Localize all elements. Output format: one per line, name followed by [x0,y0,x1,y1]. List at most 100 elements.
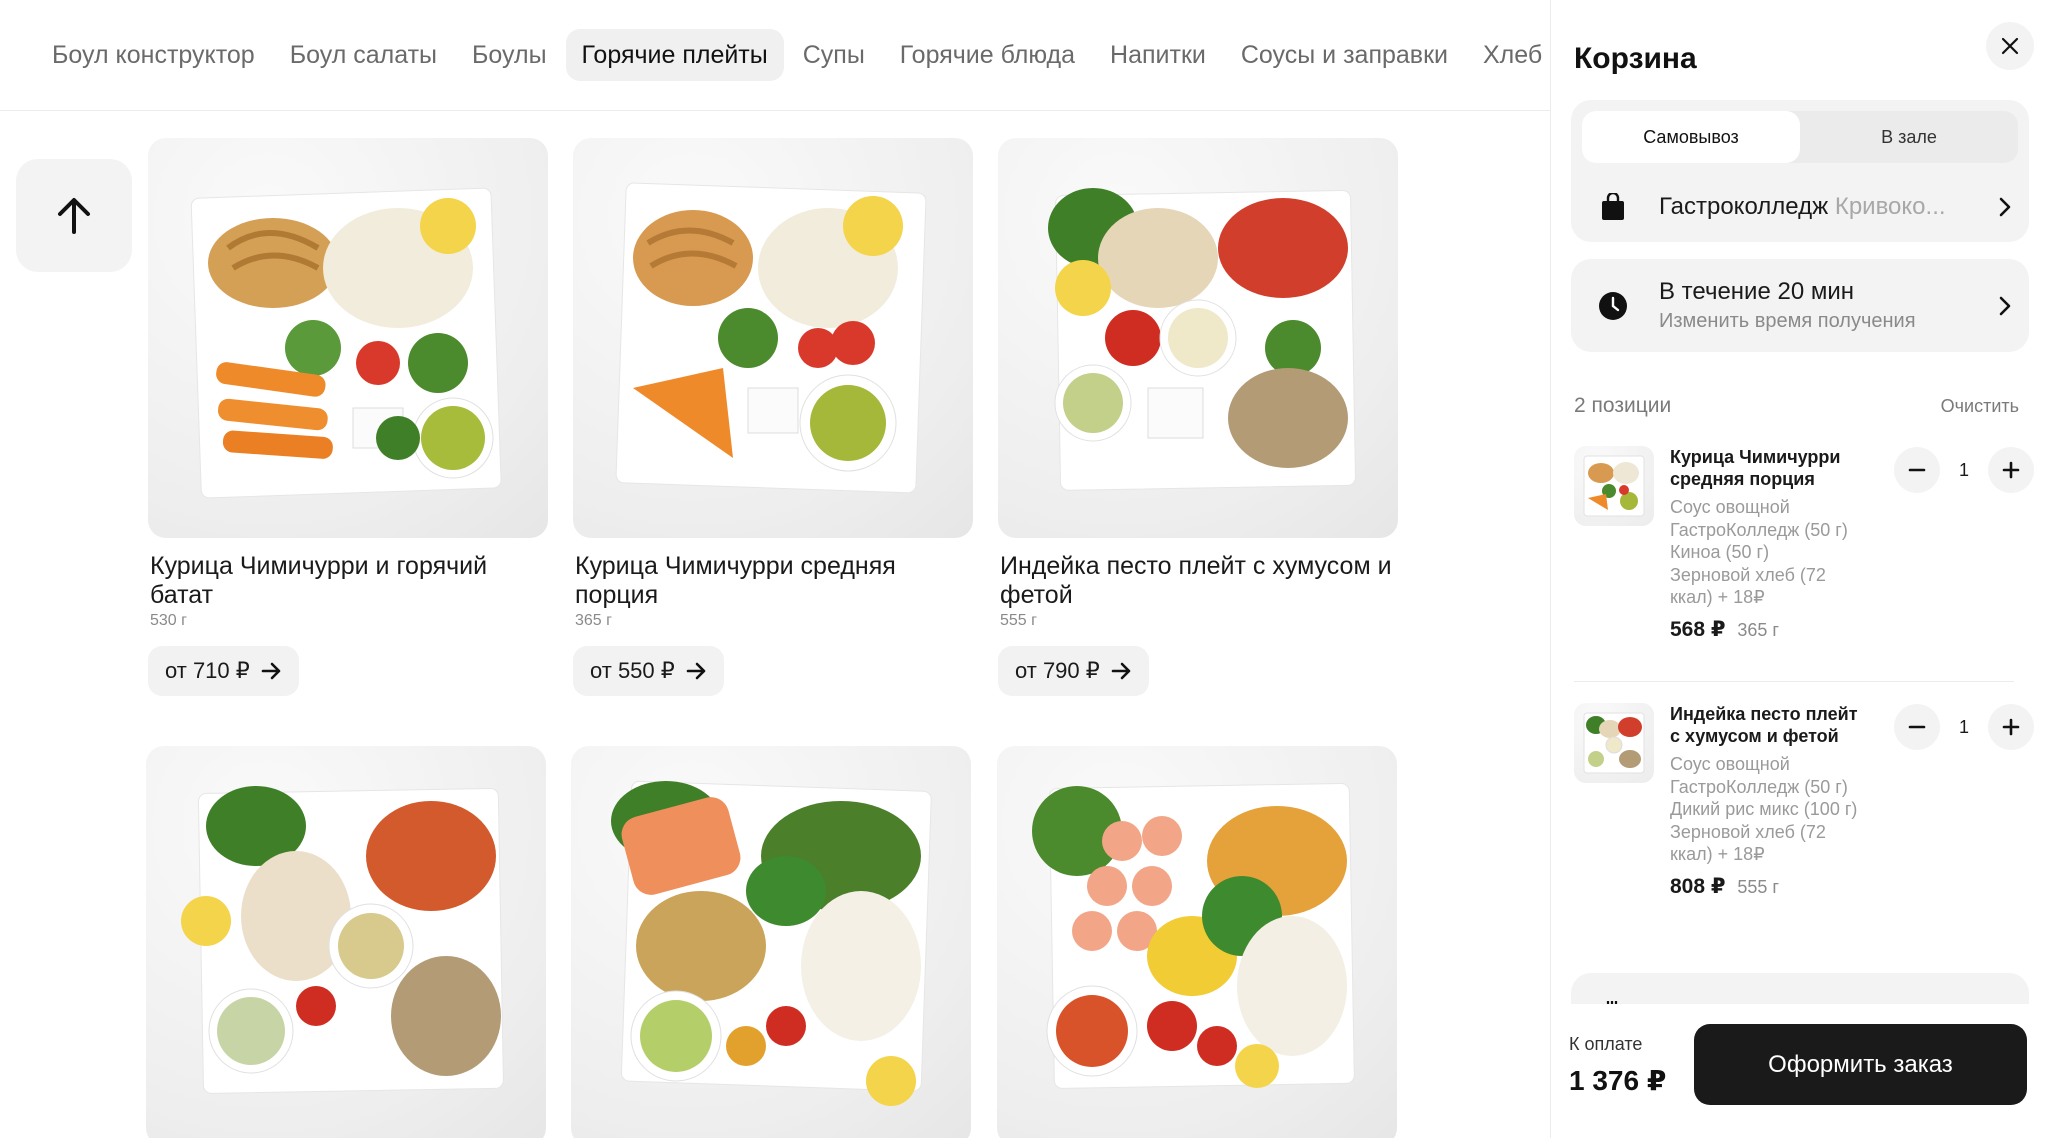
product-photo[interactable] [571,746,971,1138]
product-price: от 790 ₽ [1015,658,1100,683]
cart-item-options: Соус овощной ГастроКолледж (50 г) Дикий … [1670,753,1870,866]
product-photo[interactable] [148,138,548,538]
cart-panel: Корзина Самовывоз В зале Гастроколледж К… [1550,0,2048,1138]
product-price-button[interactable]: от 550 ₽ [573,646,724,696]
cart-item-name: Индейка песто плейт с хумусом и фетой [1670,704,1858,746]
arrow-up-icon [58,197,90,234]
product-card[interactable]: Курица Чимичурри средняя порция 365 г от… [573,138,973,696]
product-photo[interactable] [146,746,546,1138]
product-title[interactable]: Индейка песто плейт с хумусом и фетой [998,552,1398,610]
mode-in-hall[interactable]: В зале [1800,111,2018,163]
pickup-card: Самовывоз В зале Гастроколледж Кривоко..… [1571,100,2029,242]
cart-item-option: Соус овощной ГастроКолледж (50 г) [1670,497,1848,540]
cart-item-option: Дикий рис микс (100 г) [1670,799,1858,819]
cart-item: Курица Чимичурри средняя порция Соус ово… [1574,446,2034,671]
time-row[interactable]: В течение 20 мин Изменить время получени… [1571,259,2029,352]
product-title[interactable]: Курица Чимичурри и горячий батат [148,552,548,610]
arrow-right-icon [261,662,281,680]
product-photo[interactable] [573,138,973,538]
cart-item-price-line: 808 ₽ 555 г [1670,874,1870,899]
tab-bowl-constructor[interactable]: Боул конструктор [36,29,271,81]
decrease-button[interactable] [1894,704,1940,750]
increase-button[interactable] [1987,447,2034,493]
cart-item: Индейка песто плейт с хумусом и фетой Со… [1574,703,2034,953]
close-cart-button[interactable] [1986,22,2034,70]
cart-item-price-line: 568 ₽ 365 г [1670,617,1870,642]
product-price-button[interactable]: от 790 ₽ [998,646,1149,696]
product-price-button[interactable]: от 710 ₽ [148,646,299,696]
pay-label: К оплате [1569,1034,1643,1054]
mode-pickup[interactable]: Самовывоз [1582,111,1800,163]
product-card[interactable] [571,746,971,1138]
cart-item-option: Зерновой хлеб (72 ккал) + 18₽ [1670,564,1826,608]
cart-item-option: Зерновой хлеб (72 ккал) + 18₽ [1670,821,1826,865]
chevron-right-icon [1999,197,2011,217]
tab-bowls[interactable]: Боулы [456,29,563,81]
product-photo[interactable] [998,138,1398,538]
product-weight: 530 г [150,612,187,629]
quantity-stepper: 1 [1894,703,2034,751]
cart-item-body: Индейка песто плейт с хумусом и фетой Со… [1670,703,1870,899]
plus-icon [2002,461,2020,479]
close-icon [2001,37,2019,55]
time-card[interactable]: В течение 20 мин Изменить время получени… [1571,259,2029,352]
cart-item-body: Курица Чимичурри средняя порция Соус ово… [1670,446,1870,642]
tab-hot-plates[interactable]: Горячие плейты [565,29,784,81]
arrow-right-icon [1111,662,1131,680]
product-title[interactable]: Курица Чимичурри средняя порция [573,552,973,610]
cart-count-row: 2 позиции Очистить [1574,394,2029,418]
product-card[interactable] [146,746,546,1138]
scroll-up-button[interactable] [16,159,132,272]
cart-item-thumbnail [1574,446,1654,526]
product-weight: 555 г [1000,612,1037,629]
cart-item-name: Курица Чимичурри средняя порция [1670,447,1841,489]
cart-item-weight: 365 г [1737,619,1779,640]
cart-footer: К оплате 1 376 ₽ Оформить заказ [1551,1004,2048,1138]
minus-icon [1908,468,1926,472]
chevron-right-icon [1999,296,2011,315]
increase-button[interactable] [1987,704,2034,750]
pay-total: 1 376 ₽ [1569,1065,1667,1096]
time-sub: Изменить время получения [1659,310,1916,332]
product-price: от 710 ₽ [165,658,250,683]
cart-item-price: 568 ₽ [1670,617,1726,641]
product-card[interactable]: Курица Чимичурри и горячий батат 530 г о… [148,138,548,696]
time-main: В течение 20 мин [1659,278,1854,305]
product-weight: 365 г [575,612,612,629]
clock-icon [1599,291,1627,320]
cart-item-weight: 555 г [1737,876,1779,897]
tab-bread[interactable]: Хлеб [1467,29,1558,81]
cart-title: Корзина [1574,42,1697,75]
product-price: от 550 ₽ [590,658,675,683]
cart-item-option: Киноа (50 г) [1670,542,1770,562]
tab-bowl-salads[interactable]: Боул салаты [274,29,453,81]
menu-page: Боул конструктор Боул салаты Боулы Горяч… [0,0,2048,1138]
checkout-button[interactable]: Оформить заказ [1694,1024,2027,1105]
product-photo[interactable] [997,746,1397,1138]
plus-icon [2002,718,2020,736]
decrease-button[interactable] [1894,447,1940,493]
category-nav: Боул конструктор Боул салаты Боулы Горяч… [0,0,1550,111]
cart-item-price: 808 ₽ [1670,874,1726,898]
clear-cart-button[interactable]: Очистить [1941,396,2019,417]
item-count: 2 позиции [1574,394,1672,417]
product-card[interactable]: Индейка песто плейт с хумусом и фетой 55… [998,138,1398,696]
item-divider [1574,681,2014,682]
tab-sauces[interactable]: Соусы и заправки [1225,29,1464,81]
product-card[interactable] [997,746,1397,1138]
tab-soups[interactable]: Супы [787,29,881,81]
delivery-mode-toggle: Самовывоз В зале [1582,111,2018,163]
minus-icon [1908,725,1926,729]
location-name: Гастроколледж [1659,193,1829,220]
location-address: Кривоко... [1834,193,1946,220]
tab-drinks[interactable]: Напитки [1094,29,1222,81]
quantity-value: 1 [1958,459,1969,480]
cart-item-options: Соус овощной ГастроКолледж (50 г) Киноа … [1670,496,1870,609]
location-text: Гастроколледж Кривоко... [1659,193,1981,221]
arrow-right-icon [686,662,706,680]
quantity-stepper: 1 [1894,446,2034,494]
location-row[interactable]: Гастроколледж Кривоко... [1571,172,2029,242]
cart-item-option: Соус овощной ГастроКолледж (50 г) [1670,754,1848,797]
cart-item-thumbnail [1574,703,1654,783]
tab-hot-dishes[interactable]: Горячие блюда [884,29,1091,81]
